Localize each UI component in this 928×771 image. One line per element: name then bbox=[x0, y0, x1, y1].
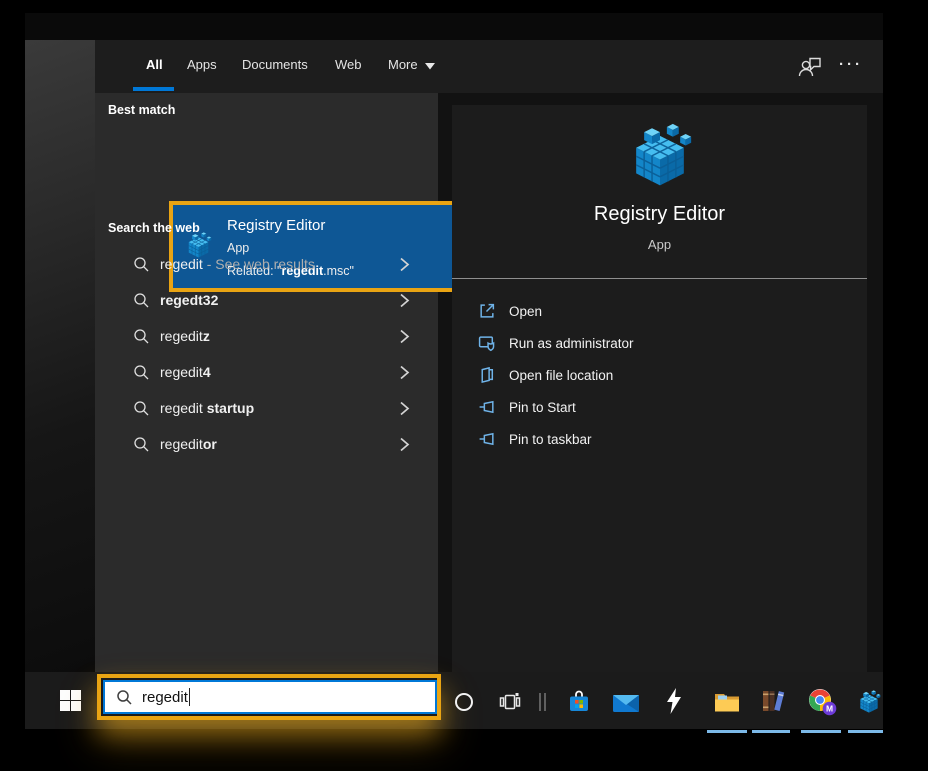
search-query-text: regedit bbox=[142, 689, 188, 706]
task-view-icon[interactable] bbox=[499, 691, 521, 713]
search-icon bbox=[133, 328, 150, 345]
action-open[interactable]: Open bbox=[452, 295, 867, 327]
taskbar: regedit bbox=[25, 672, 883, 729]
running-indicator-chrome bbox=[801, 730, 841, 733]
text-caret bbox=[189, 688, 191, 706]
registry-editor-icon-large bbox=[627, 123, 693, 189]
start-button[interactable] bbox=[60, 690, 81, 711]
action-list: Open Run as administrator bbox=[452, 295, 867, 455]
microsoft-store-icon[interactable] bbox=[567, 689, 591, 714]
chevron-right-icon[interactable] bbox=[399, 293, 410, 308]
tab-documents[interactable]: Documents bbox=[242, 57, 308, 72]
running-indicator-library bbox=[752, 730, 790, 733]
tab-apps[interactable]: Apps bbox=[187, 57, 217, 72]
suggestion-text: regedit4 bbox=[160, 364, 211, 380]
detail-subtitle: App bbox=[452, 237, 867, 252]
suggestion-text: regedit startup bbox=[160, 400, 254, 416]
action-run-as-administrator[interactable]: Run as administrator bbox=[452, 327, 867, 359]
divider bbox=[452, 278, 867, 279]
file-explorer-icon[interactable] bbox=[714, 691, 740, 712]
taskbar-divider bbox=[539, 693, 546, 711]
search-icon bbox=[133, 436, 150, 453]
search-box-annotation-highlight: regedit bbox=[97, 674, 441, 720]
svg-text:M: M bbox=[826, 703, 833, 713]
chevron-right-icon[interactable] bbox=[399, 329, 410, 344]
chevron-right-icon[interactable] bbox=[399, 401, 410, 416]
suggestion-text: regeditor bbox=[160, 436, 217, 452]
search-icon bbox=[133, 364, 150, 381]
cortana-icon[interactable] bbox=[454, 692, 474, 712]
tab-more[interactable]: More bbox=[388, 57, 418, 72]
action-open-file-location[interactable]: Open file location bbox=[452, 359, 867, 391]
chevron-right-icon[interactable] bbox=[399, 257, 410, 272]
action-label: Open file location bbox=[509, 368, 613, 383]
lightning-icon[interactable] bbox=[665, 688, 683, 714]
file-location-icon bbox=[478, 366, 496, 384]
tab-web[interactable]: Web bbox=[335, 57, 362, 72]
tab-all[interactable]: All bbox=[146, 57, 163, 72]
feedback-icon[interactable] bbox=[797, 54, 823, 79]
suggestion-text: regeditz bbox=[160, 328, 210, 344]
search-icon bbox=[133, 400, 150, 417]
suggestion-text: regedit - See web results bbox=[160, 256, 315, 272]
shield-admin-icon bbox=[478, 334, 496, 352]
web-suggestion-row[interactable]: regeditz bbox=[95, 318, 438, 354]
action-label: Run as administrator bbox=[509, 336, 634, 351]
suggestion-text: regedt32 bbox=[160, 292, 218, 308]
running-indicator-registry-editor bbox=[848, 730, 883, 733]
desktop: All Apps Documents Web More ··· Best mat… bbox=[25, 13, 883, 729]
action-pin-to-start[interactable]: Pin to Start bbox=[452, 391, 867, 423]
chevron-right-icon[interactable] bbox=[399, 365, 410, 380]
library-icon[interactable] bbox=[761, 689, 786, 713]
running-indicator-file-explorer bbox=[707, 730, 747, 733]
chrome-icon[interactable]: M bbox=[809, 689, 837, 716]
detail-title: Registry Editor bbox=[452, 203, 867, 226]
web-suggestion-row[interactable]: regedit4 bbox=[95, 354, 438, 390]
desktop-backdrop bbox=[25, 40, 95, 672]
web-suggestion-list: regedit - See web results regedt32 reged… bbox=[95, 246, 438, 462]
best-match-header: Best match bbox=[108, 103, 175, 117]
mail-icon[interactable] bbox=[613, 694, 639, 713]
screenshot-frame: All Apps Documents Web More ··· Best mat… bbox=[0, 0, 928, 771]
registry-editor-taskbar-icon[interactable] bbox=[857, 690, 881, 714]
web-suggestion-row[interactable]: regedt32 bbox=[95, 282, 438, 318]
detail-panel: Registry Editor App Open bbox=[452, 105, 867, 672]
chevron-right-icon[interactable] bbox=[399, 437, 410, 452]
web-suggestion-row[interactable]: regedit startup bbox=[95, 390, 438, 426]
web-suggestion-row[interactable]: regedit - See web results bbox=[95, 246, 438, 282]
results-panel: Best match Registry Editor App Related: … bbox=[95, 93, 438, 672]
chevron-down-icon[interactable] bbox=[425, 63, 435, 70]
taskbar-search-input[interactable]: regedit bbox=[103, 680, 437, 714]
pin-icon bbox=[478, 430, 496, 448]
search-icon bbox=[133, 256, 150, 273]
active-tab-indicator bbox=[133, 87, 174, 91]
search-icon bbox=[133, 292, 150, 309]
web-suggestion-row[interactable]: regeditor bbox=[95, 426, 438, 462]
search-filter-tabbar: All Apps Documents Web More ··· bbox=[95, 40, 883, 93]
action-label: Pin to taskbar bbox=[509, 432, 592, 447]
action-pin-to-taskbar[interactable]: Pin to taskbar bbox=[452, 423, 867, 455]
open-external-icon bbox=[478, 302, 496, 320]
pin-icon bbox=[478, 398, 496, 416]
search-icon bbox=[116, 689, 133, 706]
more-options-icon[interactable]: ··· bbox=[839, 56, 863, 73]
action-label: Pin to Start bbox=[509, 400, 576, 415]
action-label: Open bbox=[509, 304, 542, 319]
best-match-title: Registry Editor bbox=[227, 215, 354, 237]
search-the-web-header: Search the web bbox=[108, 221, 200, 235]
